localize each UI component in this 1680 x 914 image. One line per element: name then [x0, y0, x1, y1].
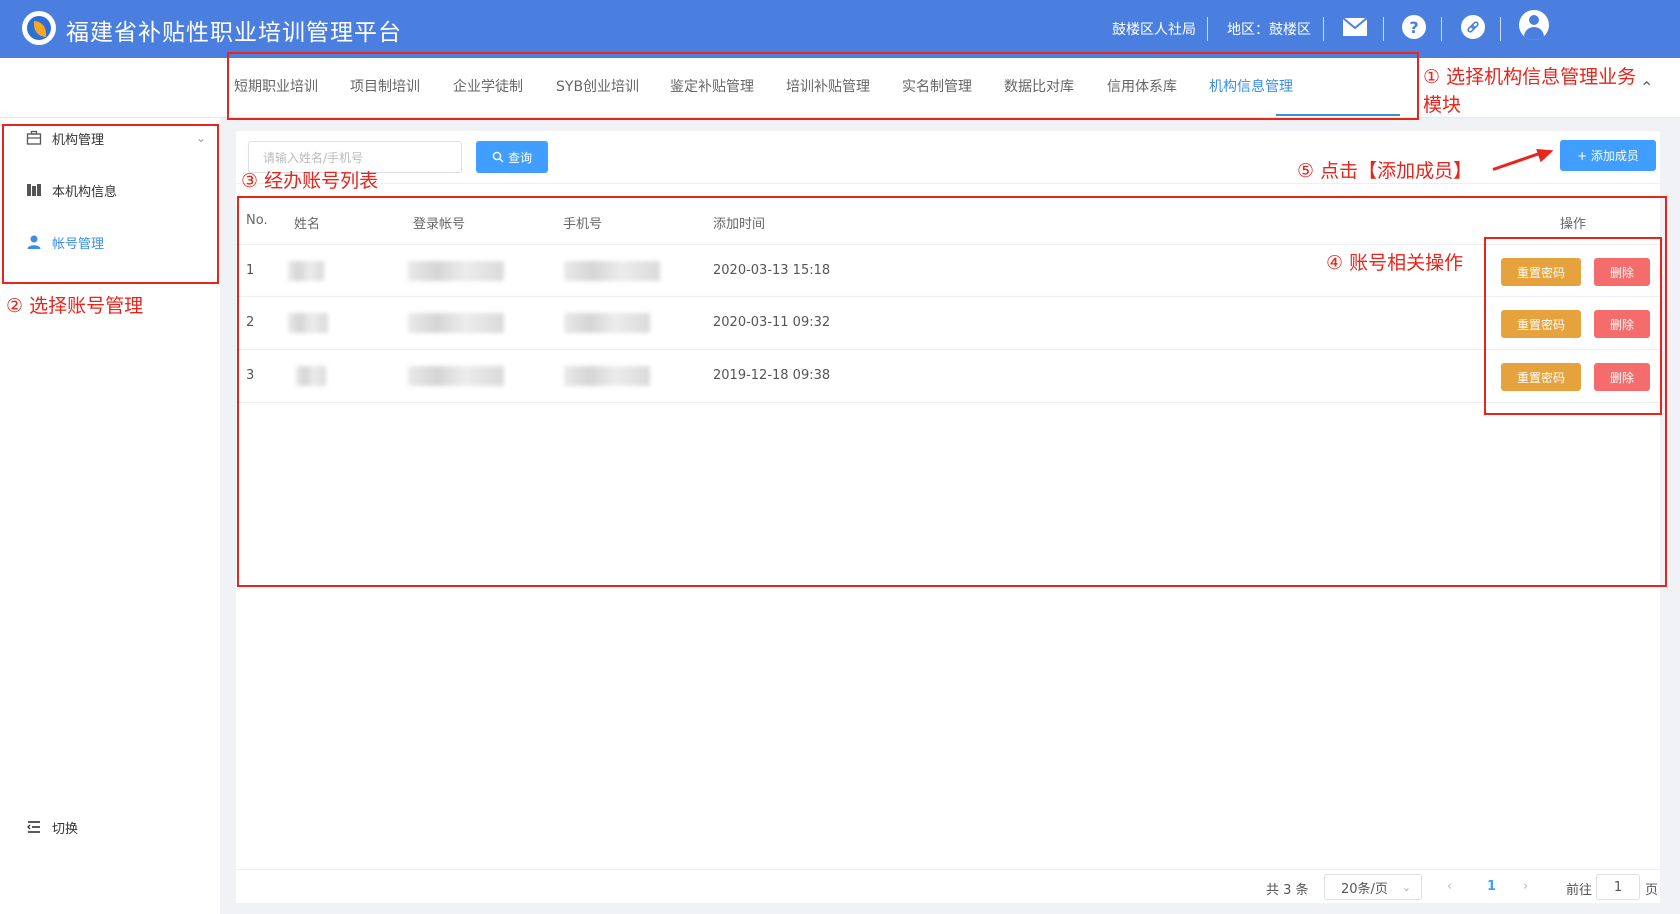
added-time: 2020-03-11 09:32 [713, 315, 831, 330]
table-row: 2 2020-03-11 09:32 重置密码 删除 [236, 297, 1660, 350]
tab-project-training[interactable]: 项目制培训 [350, 76, 420, 96]
sidebar-item-account-management[interactable]: 帐号管理 [0, 222, 220, 262]
tab-data-comparison[interactable]: 数据比对库 [1004, 76, 1074, 96]
annotation-step-1: ① 选择机构信息管理业务 [1423, 66, 1637, 88]
row-number: 1 [246, 263, 255, 278]
total-count: 共 3 条 [1266, 883, 1309, 898]
row-number: 3 [246, 368, 255, 383]
header-divider [1441, 17, 1442, 41]
next-page-button[interactable]: › [1523, 879, 1528, 894]
toolbar-divider [236, 183, 1660, 184]
col-header-actions: 操作 [1560, 217, 1587, 232]
search-button-label: 查询 [507, 150, 532, 165]
col-header-login: 登录帐号 [413, 217, 466, 232]
switch-label: 切换 [52, 821, 79, 837]
tab-apprenticeship[interactable]: 企业学徒制 [453, 76, 523, 96]
annotation-step-3: ③ 经办账号列表 [241, 170, 379, 192]
annotation-step-2: ② 选择账号管理 [6, 295, 144, 317]
app-title: 福建省补贴性职业培训管理平台 [66, 20, 402, 46]
search-icon [492, 151, 504, 163]
link-icon[interactable] [1461, 14, 1485, 40]
reset-password-button[interactable]: 重置密码 [1501, 310, 1581, 338]
chevron-down-icon: ⌄ [1401, 880, 1411, 894]
sidebar-item-label: 机构管理 [52, 132, 105, 148]
chevron-up-icon[interactable]: ⌃ [1640, 78, 1653, 97]
tab-appraisal-subsidy[interactable]: 鉴定补贴管理 [670, 76, 754, 96]
add-member-button[interactable]: + 添加成员 [1560, 140, 1656, 171]
col-header-no: No. [246, 213, 268, 228]
active-tab-indicator [1276, 114, 1400, 116]
redacted-name [296, 366, 326, 386]
menu-toggle-icon [27, 821, 40, 833]
added-time: 2020-03-13 15:18 [713, 263, 831, 278]
table-row: 3 2019-12-18 09:38 重置密码 删除 [236, 350, 1660, 403]
help-icon[interactable]: ? [1402, 14, 1426, 40]
sidebar-item-institution-management[interactable]: 机构管理 ⌄ [0, 118, 220, 158]
sidebar-item-own-institution[interactable]: 本机构信息 [0, 170, 220, 210]
tab-short-term-training[interactable]: 短期职业培训 [234, 76, 318, 96]
pagination: 共 3 条 20条/页 ⌄ ‹ 1 › 前往 1 页 [236, 869, 1660, 903]
page-number-current[interactable]: 1 [1487, 879, 1496, 894]
col-header-name: 姓名 [294, 217, 321, 232]
added-time: 2019-12-18 09:38 [713, 368, 831, 383]
mail-icon[interactable] [1342, 14, 1368, 40]
sidebar: 机构管理 ⌄ 本机构信息 帐号管理 切换 [0, 118, 220, 914]
delete-button[interactable]: 删除 [1594, 363, 1650, 391]
page-size-value: 20条/页 [1341, 881, 1388, 897]
org-label: 鼓楼区人社局 [1112, 22, 1196, 38]
redacted-login [408, 366, 504, 386]
col-header-added-time: 添加时间 [713, 217, 766, 232]
reset-password-button[interactable]: 重置密码 [1501, 363, 1581, 391]
redacted-phone [564, 261, 660, 281]
sidebar-item-label: 帐号管理 [52, 236, 105, 252]
annotation-step-4: ④ 账号相关操作 [1326, 252, 1464, 274]
redacted-phone [564, 366, 650, 386]
prev-page-button[interactable]: ‹ [1447, 879, 1452, 894]
header-divider [1500, 17, 1501, 41]
redacted-login [408, 261, 504, 281]
tab-real-name[interactable]: 实名制管理 [902, 76, 972, 96]
goto-label: 前往 [1566, 883, 1593, 898]
header-divider [1207, 17, 1208, 41]
user-icon [27, 235, 41, 249]
redacted-phone [564, 313, 650, 333]
page-size-select[interactable]: 20条/页 ⌄ [1324, 874, 1422, 900]
redacted-name [288, 313, 328, 333]
region-label: 地区：鼓楼区 [1227, 22, 1311, 38]
chevron-down-icon: ⌄ [196, 131, 207, 145]
app-logo [22, 11, 56, 45]
user-avatar-icon[interactable] [1519, 10, 1549, 40]
redacted-login [408, 313, 504, 333]
app-header: 福建省补贴性职业培训管理平台 鼓楼区人社局 地区：鼓楼区 ? [0, 0, 1680, 58]
tab-syb-training[interactable]: SYB创业培训 [556, 76, 639, 96]
page-suffix: 页 [1645, 883, 1659, 898]
sidebar-item-label: 本机构信息 [52, 184, 118, 200]
redacted-name [288, 261, 324, 281]
col-header-phone: 手机号 [563, 217, 603, 232]
header-divider [1383, 17, 1384, 41]
tab-credit-system[interactable]: 信用体系库 [1107, 76, 1177, 96]
annotation-step-5: ⑤ 点击【添加成员】 [1297, 160, 1473, 182]
delete-button[interactable]: 删除 [1594, 258, 1650, 286]
row-number: 2 [246, 315, 255, 330]
main-panel: 请输入姓名/手机号 查询 + 添加成员 No. 姓名 登录帐号 手机号 添加时间… [236, 131, 1660, 903]
sidebar-switch-button[interactable]: 切换 [0, 807, 220, 847]
search-button[interactable]: 查询 [476, 141, 548, 173]
delete-button[interactable]: 删除 [1594, 310, 1650, 338]
building-icon [27, 184, 41, 196]
tab-training-subsidy[interactable]: 培训补贴管理 [786, 76, 870, 96]
briefcase-icon [26, 130, 42, 145]
tab-institution-info[interactable]: 机构信息管理 [1209, 76, 1293, 96]
reset-password-button[interactable]: 重置密码 [1501, 258, 1581, 286]
goto-page-input[interactable]: 1 [1596, 874, 1640, 900]
annotation-step-1-cont: 模块 [1423, 94, 1462, 116]
header-divider [1323, 17, 1324, 41]
